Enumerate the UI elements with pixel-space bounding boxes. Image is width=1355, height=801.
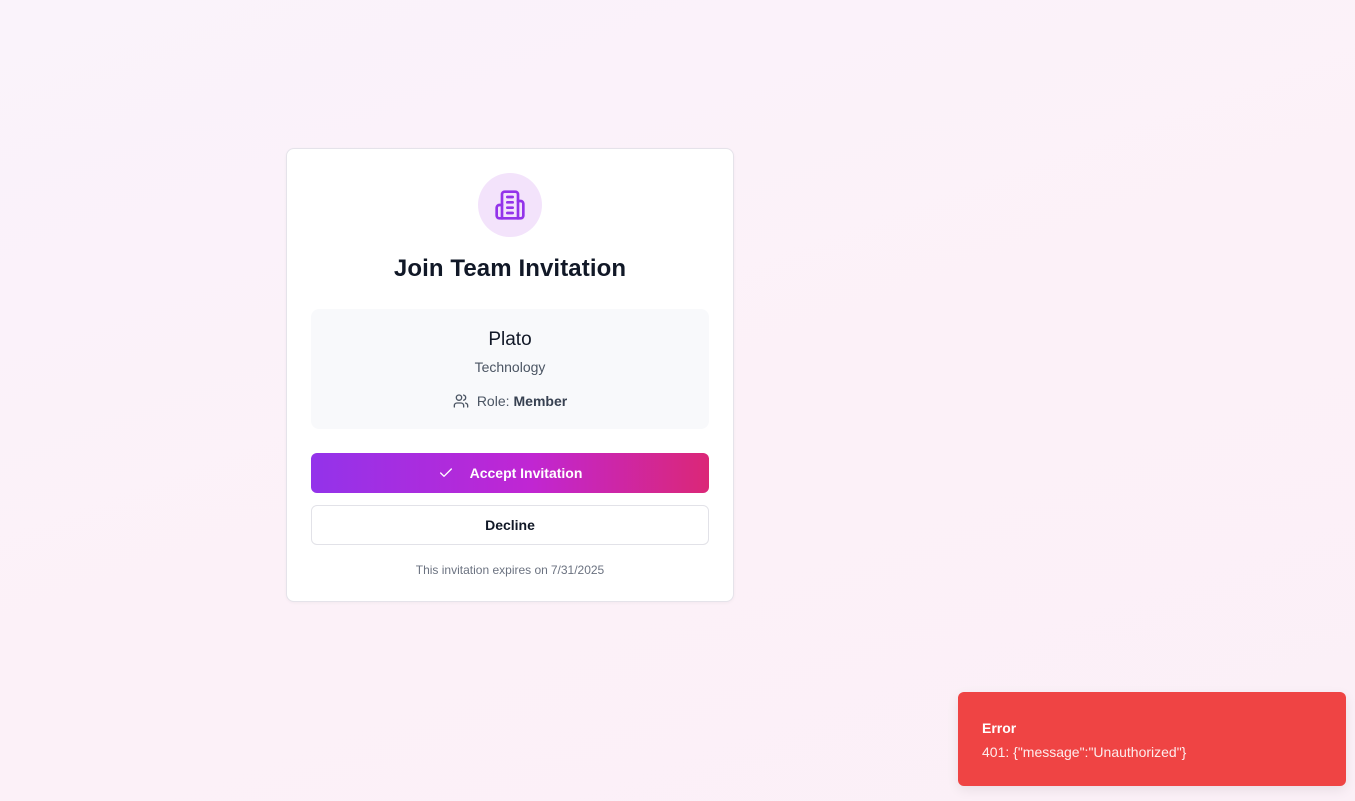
users-icon [453,393,469,409]
expiry-text: This invitation expires on [415,563,548,577]
role-line: Role: Member [311,393,709,409]
page-title: Join Team Invitation [393,255,627,282]
role-label: Role: [476,393,510,409]
expiry-notice: This invitation expires on 7/31/2025 [287,563,733,577]
toast-message: 401: {"message":"Unauthorized"} [982,744,1187,760]
toast-title: Error [982,720,1017,736]
building-icon [494,189,526,221]
decline-button[interactable]: Decline [311,505,709,545]
team-name: Plato [488,329,532,350]
decline-label: Decline [485,517,535,533]
team-logo [478,173,542,237]
check-icon [438,465,454,481]
team-industry: Technology [474,359,546,375]
accept-invitation-button[interactable]: Accept Invitation [311,453,709,493]
error-toast[interactable]: Error 401: {"message":"Unauthorized"} [958,692,1346,786]
accept-invitation-label: Accept Invitation [469,465,583,481]
role-value: Member [513,393,568,409]
invitation-card: Join Team Invitation Plato Technology Ro… [286,148,734,602]
expiry-date: 7/31/2025 [550,563,605,577]
team-info-panel: Plato Technology Role: Member [311,309,709,429]
